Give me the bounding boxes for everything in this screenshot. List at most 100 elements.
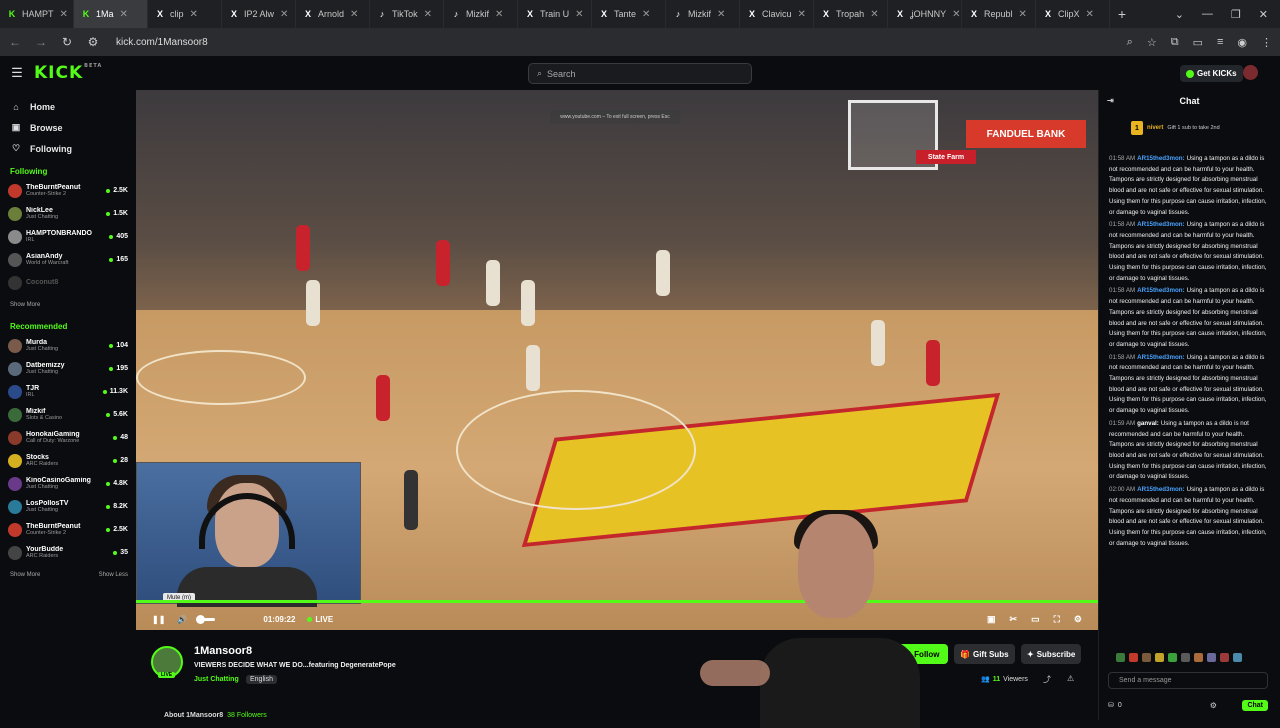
sidebar-channel[interactable]: NickLee Just Chatting 1.5K [8, 202, 128, 225]
tab-close-icon[interactable]: ✕ [798, 9, 806, 20]
tab-close-icon[interactable]: ✕ [575, 9, 583, 20]
user-avatar[interactable] [1243, 65, 1258, 80]
message-username[interactable]: AR15thed3mon: [1137, 287, 1184, 294]
browser-tab[interactable]: X Train U ✕ [518, 0, 592, 28]
sidebar-channel[interactable]: TJR IRL 11.3K [8, 380, 128, 403]
emote-icon[interactable] [1194, 653, 1203, 662]
sidebar-channel[interactable]: Murda Just Chatting 104 [8, 334, 128, 357]
message-username[interactable]: ganval: [1137, 420, 1159, 427]
extensions-icon[interactable]: ⧉ [1171, 36, 1179, 49]
tab-close-icon[interactable]: ✕ [120, 9, 128, 20]
emote-icon[interactable] [1168, 653, 1177, 662]
emote-icon[interactable] [1142, 653, 1151, 662]
browser-tab[interactable]: XʝOHNNY ✕ [888, 0, 962, 28]
close-window-icon[interactable]: ✕ [1259, 8, 1268, 21]
stream-category[interactable]: Just Chatting [194, 676, 239, 683]
message-username[interactable]: AR15thed3mon: [1137, 155, 1184, 162]
tab-close-icon[interactable]: ✕ [870, 9, 878, 20]
video-progress-bar[interactable] [136, 600, 1098, 603]
show-more-label[interactable]: Show More [10, 302, 40, 308]
bookmark-star-icon[interactable]: ☆ [1147, 36, 1157, 49]
emote-icon[interactable] [1220, 653, 1229, 662]
miniplayer-icon[interactable]: ▣ [987, 614, 996, 625]
browser-tab[interactable]: Xclip ✕ [148, 0, 222, 28]
show-less-label[interactable]: Show Less [99, 572, 128, 578]
show-more-label[interactable]: Show More [10, 572, 40, 578]
volume-slider[interactable] [196, 614, 216, 624]
sidebar-channel[interactable]: LosPollosTV Just Chatting 8.2K [8, 495, 128, 518]
browser-tab[interactable]: X Clavicu ✕ [740, 0, 814, 28]
tab-close-icon[interactable]: ✕ [717, 9, 725, 20]
fullscreen-icon[interactable]: ⛶ [1054, 614, 1060, 625]
hamburger-menu-icon[interactable]: ☰ [0, 65, 34, 81]
get-kicks-button[interactable]: Get KICKs [1180, 65, 1243, 82]
pinned-gifter[interactable]: 1 nivert Gift 1 sub to take 2nd [1099, 112, 1280, 144]
sidebar-nav-item[interactable]: ♡ Following [8, 138, 128, 159]
volume-icon[interactable]: 🔊 [177, 615, 187, 624]
browser-tab[interactable]: X ClipX ✕ [1036, 0, 1110, 28]
tab-close-icon[interactable]: ✕ [495, 9, 503, 20]
new-tab-button[interactable]: + [1110, 6, 1134, 22]
tab-close-icon[interactable]: ✕ [952, 9, 960, 20]
tab-close-icon[interactable]: ✕ [1086, 9, 1094, 20]
tab-close-icon[interactable]: ✕ [60, 9, 68, 20]
media-icon[interactable]: ≡ [1217, 36, 1223, 49]
sidebar-channel[interactable]: Coconut8 [8, 271, 128, 294]
browser-tab[interactable]: X Tante ✕ [592, 0, 666, 28]
message-username[interactable]: AR15thed3mon: [1137, 486, 1184, 493]
clip-icon[interactable]: ✂ [1010, 614, 1018, 625]
subscribe-button[interactable]: ✦ Subscribe [1021, 644, 1082, 664]
video-player[interactable]: FANDUEL BANK State Farm www.youtube.com … [136, 90, 1098, 630]
browser-tab[interactable]: K HAMPT ✕ [0, 0, 74, 28]
sidebar-channel[interactable]: HAMPTONBRANDO IRL 405 [8, 225, 128, 248]
minimize-icon[interactable]: — [1202, 8, 1213, 21]
browser-tab[interactable]: ♪ Mizkif ✕ [444, 0, 518, 28]
channel-name[interactable]: 1Mansoor8 [194, 645, 252, 657]
emote-icon[interactable] [1129, 653, 1138, 662]
url-field[interactable]: kick.com/1Mansoor8 [116, 37, 208, 48]
language-tag[interactable]: English [246, 675, 277, 684]
emote-icon[interactable] [1207, 653, 1216, 662]
chat-settings-icon[interactable]: ⚙ [1210, 701, 1217, 710]
sidebar-nav-item[interactable]: ⌂ Home [8, 96, 128, 117]
search-input[interactable]: ⌕ Search [528, 63, 752, 84]
tab-close-icon[interactable]: ✕ [350, 9, 358, 20]
sidebar-channel[interactable]: YourBudde ARC Raiders 35 [8, 541, 128, 564]
sidebar-channel[interactable]: Stocks ARC Raiders 28 [8, 449, 128, 472]
browser-tab[interactable]: X Republ ✕ [962, 0, 1036, 28]
browser-tab[interactable]: K 1Ma ✕ [74, 0, 148, 28]
emote-icon[interactable] [1116, 653, 1125, 662]
profile-icon[interactable]: ◉ [1237, 36, 1247, 49]
browser-tab[interactable]: ♪ TikTok ✕ [370, 0, 444, 28]
zoom-icon[interactable]: ⌕ [1127, 36, 1133, 49]
message-username[interactable]: AR15thed3mon: [1137, 354, 1184, 361]
tab-close-icon[interactable]: ✕ [1019, 9, 1027, 20]
show-more-following[interactable]: Show More [8, 302, 128, 308]
sidebar-nav-item[interactable]: ▣ Browse [8, 117, 128, 138]
settings-icon[interactable]: ⚙ [1074, 614, 1082, 625]
browser-tab[interactable]: ♪ Mizkif ✕ [666, 0, 740, 28]
emote-icon[interactable] [1181, 653, 1190, 662]
tab-close-icon[interactable]: ✕ [280, 9, 288, 20]
tab-close-icon[interactable]: ✕ [190, 9, 198, 20]
chat-input[interactable]: Send a message [1108, 672, 1268, 689]
pause-icon[interactable]: ❚❚ [152, 615, 165, 624]
gift-subs-button[interactable]: 🎁 Gift Subs [954, 644, 1015, 664]
browser-tab[interactable]: X IP2 Alw ✕ [222, 0, 296, 28]
sidebar-channel[interactable]: HonokaiGaming Call of Duty: Warzone 48 [8, 426, 128, 449]
tab-close-icon[interactable]: ✕ [424, 9, 432, 20]
kick-logo[interactable]: KICKBETA [34, 63, 102, 83]
chat-send-button[interactable]: Chat [1242, 699, 1268, 711]
menu-icon[interactable]: ⋮ [1261, 36, 1272, 49]
emote-icon[interactable] [1233, 653, 1242, 662]
emote-icon[interactable] [1155, 653, 1164, 662]
site-info-icon[interactable]: ⚙ [86, 35, 100, 49]
sidebar-channel[interactable]: Mizkif Slots & Casino 5.6K [8, 403, 128, 426]
tab-close-icon[interactable]: ✕ [642, 9, 650, 20]
kicks-icon[interactable]: ⛁ [1108, 701, 1114, 709]
restore-icon[interactable]: ❐ [1231, 8, 1241, 21]
cast-icon[interactable]: ▭ [1193, 36, 1203, 49]
browser-tab[interactable]: X Arnold ✕ [296, 0, 370, 28]
sidebar-channel[interactable]: TheBurntPeanut Counter-Strike 2 2.5K [8, 179, 128, 202]
sidebar-channel[interactable]: Datbemizzy Just Chatting 195 [8, 357, 128, 380]
